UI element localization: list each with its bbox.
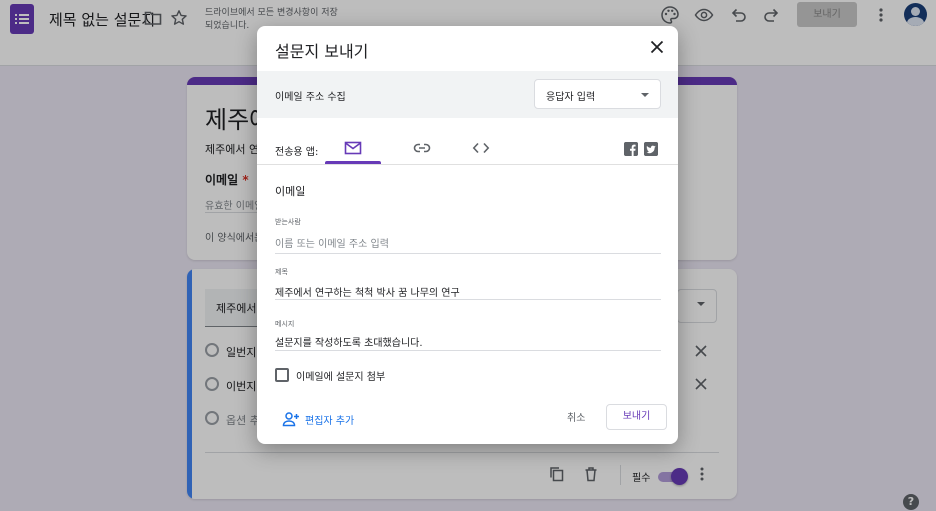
subject-input[interactable]: 제주에서 연구하는 척척 박사 꿈 나무의 연구 (275, 284, 460, 299)
tab-embed-html[interactable] (453, 134, 509, 164)
mail-icon (344, 141, 362, 155)
collect-email-select[interactable]: 응답자 입력 (534, 79, 661, 109)
tabs-divider (257, 164, 678, 165)
dialog-title: 설문지 보내기 (275, 42, 369, 61)
include-form-checkbox[interactable] (275, 368, 289, 382)
facebook-icon[interactable] (624, 142, 638, 156)
to-input-underline (275, 253, 661, 254)
message-field-label: 메시지 (275, 320, 295, 328)
collect-email-value: 응답자 입력 (546, 92, 596, 103)
subject-field-label: 제목 (275, 268, 288, 276)
twitter-icon[interactable] (644, 142, 658, 156)
code-icon (472, 142, 490, 154)
link-icon (413, 143, 431, 153)
to-input[interactable]: 이름 또는 이메일 주소 입력 (275, 235, 389, 250)
message-input[interactable]: 설문지를 작성하도록 초대했습니다. (275, 334, 423, 349)
cancel-button[interactable]: 취소 (567, 409, 585, 424)
message-input-underline (275, 350, 661, 351)
person-add-icon (282, 412, 299, 427)
tab-link[interactable] (394, 134, 450, 164)
email-section-heading: 이메일 (275, 185, 306, 198)
collect-email-row: 이메일 주소 수집 응답자 입력 (257, 71, 678, 118)
close-icon[interactable] (649, 39, 665, 55)
subject-input-underline (275, 299, 661, 300)
tab-email[interactable] (325, 134, 381, 164)
send-via-label: 전송용 앱: (275, 147, 319, 158)
add-editors-label: 편집자 추가 (305, 416, 355, 427)
to-field-label: 받는사람 (275, 218, 301, 226)
collect-email-label: 이메일 주소 수집 (275, 92, 346, 103)
send-form-dialog: 설문지 보내기 이메일 주소 수집 응답자 입력 전송용 앱: 이메일 받는사람… (257, 26, 678, 444)
send-button[interactable]: 보내기 (606, 404, 667, 430)
chevron-down-icon (641, 93, 649, 97)
include-form-label[interactable]: 이메일에 설문지 첨부 (296, 368, 385, 383)
